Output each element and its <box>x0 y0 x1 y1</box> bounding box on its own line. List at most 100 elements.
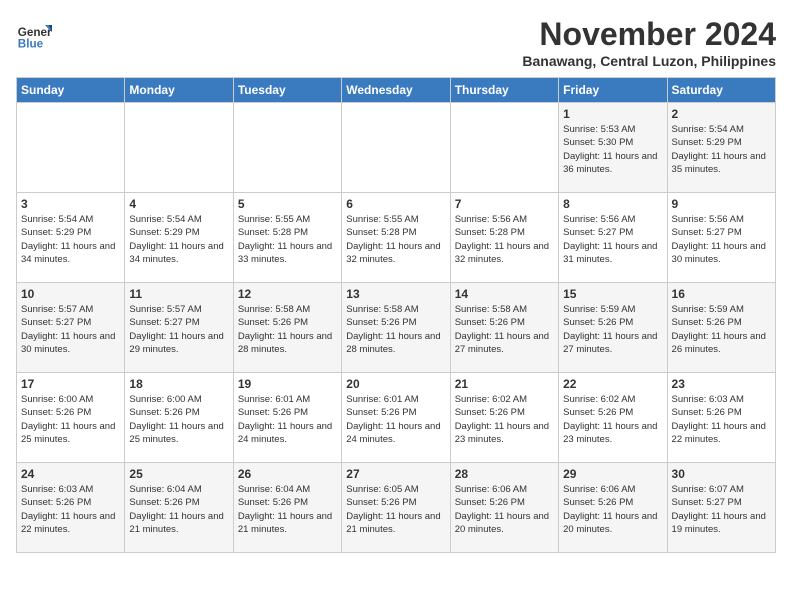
day-info: Sunrise: 6:06 AM Sunset: 5:26 PM Dayligh… <box>563 483 662 536</box>
day-info: Sunrise: 5:54 AM Sunset: 5:29 PM Dayligh… <box>672 123 771 176</box>
location-title: Banawang, Central Luzon, Philippines <box>522 53 776 69</box>
day-number: 12 <box>238 287 337 301</box>
calendar-cell: 27 Sunrise: 6:05 AM Sunset: 5:26 PM Dayli… <box>342 463 450 553</box>
day-number: 14 <box>455 287 554 301</box>
day-info: Sunrise: 5:56 AM Sunset: 5:27 PM Dayligh… <box>563 213 662 266</box>
day-info: Sunrise: 5:57 AM Sunset: 5:27 PM Dayligh… <box>129 303 228 356</box>
calendar-cell <box>233 103 341 193</box>
weekday-header-sunday: Sunday <box>17 78 125 103</box>
day-info: Sunrise: 5:54 AM Sunset: 5:29 PM Dayligh… <box>21 213 120 266</box>
day-number: 15 <box>563 287 662 301</box>
calendar-cell: 3 Sunrise: 5:54 AM Sunset: 5:29 PM Daylig… <box>17 193 125 283</box>
calendar-cell <box>342 103 450 193</box>
calendar-cell: 2Sunrise: 5:54 AM Sunset: 5:29 PM Daylig… <box>667 103 775 193</box>
calendar-cell: 17 Sunrise: 6:00 AM Sunset: 5:26 PM Dayli… <box>17 373 125 463</box>
calendar-cell: 18 Sunrise: 6:00 AM Sunset: 5:26 PM Dayli… <box>125 373 233 463</box>
day-number: 21 <box>455 377 554 391</box>
day-number: 10 <box>21 287 120 301</box>
day-info: Sunrise: 6:00 AM Sunset: 5:26 PM Dayligh… <box>129 393 228 446</box>
day-number: 9 <box>672 197 771 211</box>
day-info: Sunrise: 6:00 AM Sunset: 5:26 PM Dayligh… <box>21 393 120 446</box>
day-number: 20 <box>346 377 445 391</box>
day-info: Sunrise: 6:02 AM Sunset: 5:26 PM Dayligh… <box>455 393 554 446</box>
day-number: 8 <box>563 197 662 211</box>
day-number: 28 <box>455 467 554 481</box>
day-number: 13 <box>346 287 445 301</box>
calendar-cell: 22 Sunrise: 6:02 AM Sunset: 5:26 PM Dayli… <box>559 373 667 463</box>
weekday-header-wednesday: Wednesday <box>342 78 450 103</box>
day-info: Sunrise: 5:57 AM Sunset: 5:27 PM Dayligh… <box>21 303 120 356</box>
calendar-cell: 26 Sunrise: 6:04 AM Sunset: 5:26 PM Dayli… <box>233 463 341 553</box>
calendar-cell: 29 Sunrise: 6:06 AM Sunset: 5:26 PM Dayli… <box>559 463 667 553</box>
day-number: 4 <box>129 197 228 211</box>
calendar-cell: 16Sunrise: 5:59 AM Sunset: 5:26 PM Dayli… <box>667 283 775 373</box>
day-info: Sunrise: 5:53 AM Sunset: 5:30 PM Dayligh… <box>563 123 662 176</box>
day-number: 11 <box>129 287 228 301</box>
day-info: Sunrise: 6:07 AM Sunset: 5:27 PM Dayligh… <box>672 483 771 536</box>
day-number: 23 <box>672 377 771 391</box>
calendar-cell: 14 Sunrise: 5:58 AM Sunset: 5:26 PM Dayli… <box>450 283 558 373</box>
month-title: November 2024 <box>522 16 776 53</box>
calendar-cell <box>450 103 558 193</box>
day-number: 3 <box>21 197 120 211</box>
weekday-header-monday: Monday <box>125 78 233 103</box>
day-info: Sunrise: 6:04 AM Sunset: 5:26 PM Dayligh… <box>238 483 337 536</box>
day-info: Sunrise: 6:03 AM Sunset: 5:26 PM Dayligh… <box>672 393 771 446</box>
day-number: 17 <box>21 377 120 391</box>
calendar-cell: 24Sunrise: 6:03 AM Sunset: 5:26 PM Dayli… <box>17 463 125 553</box>
day-info: Sunrise: 5:55 AM Sunset: 5:28 PM Dayligh… <box>238 213 337 266</box>
calendar-cell: 28 Sunrise: 6:06 AM Sunset: 5:26 PM Dayli… <box>450 463 558 553</box>
day-info: Sunrise: 5:58 AM Sunset: 5:26 PM Dayligh… <box>346 303 445 356</box>
calendar-cell: 6 Sunrise: 5:55 AM Sunset: 5:28 PM Daylig… <box>342 193 450 283</box>
day-number: 25 <box>129 467 228 481</box>
day-info: Sunrise: 6:01 AM Sunset: 5:26 PM Dayligh… <box>238 393 337 446</box>
svg-text:Blue: Blue <box>18 38 44 51</box>
day-info: Sunrise: 6:05 AM Sunset: 5:26 PM Dayligh… <box>346 483 445 536</box>
calendar-cell: 4Sunrise: 5:54 AM Sunset: 5:29 PM Daylig… <box>125 193 233 283</box>
title-block: November 2024 Banawang, Central Luzon, P… <box>522 16 776 69</box>
calendar-cell: 12Sunrise: 5:58 AM Sunset: 5:26 PM Dayli… <box>233 283 341 373</box>
day-number: 24 <box>21 467 120 481</box>
day-info: Sunrise: 5:56 AM Sunset: 5:28 PM Dayligh… <box>455 213 554 266</box>
day-number: 26 <box>238 467 337 481</box>
day-number: 29 <box>563 467 662 481</box>
weekday-header-tuesday: Tuesday <box>233 78 341 103</box>
day-info: Sunrise: 6:01 AM Sunset: 5:26 PM Dayligh… <box>346 393 445 446</box>
logo-icon: General Blue <box>16 16 52 52</box>
calendar-week-5: 24Sunrise: 6:03 AM Sunset: 5:26 PM Dayli… <box>17 463 776 553</box>
calendar-week-3: 10 Sunrise: 5:57 AM Sunset: 5:27 PM Dayli… <box>17 283 776 373</box>
day-number: 6 <box>346 197 445 211</box>
day-info: Sunrise: 6:04 AM Sunset: 5:26 PM Dayligh… <box>129 483 228 536</box>
calendar-cell: 21 Sunrise: 6:02 AM Sunset: 5:26 PM Dayli… <box>450 373 558 463</box>
day-number: 27 <box>346 467 445 481</box>
calendar-cell: 10 Sunrise: 5:57 AM Sunset: 5:27 PM Dayli… <box>17 283 125 373</box>
weekday-header-saturday: Saturday <box>667 78 775 103</box>
page-header: General Blue November 2024 Banawang, Cen… <box>16 16 776 69</box>
day-number: 5 <box>238 197 337 211</box>
calendar-week-4: 17 Sunrise: 6:00 AM Sunset: 5:26 PM Dayli… <box>17 373 776 463</box>
calendar-cell: 23 Sunrise: 6:03 AM Sunset: 5:26 PM Dayli… <box>667 373 775 463</box>
day-number: 18 <box>129 377 228 391</box>
calendar-table: SundayMondayTuesdayWednesdayThursdayFrid… <box>16 77 776 553</box>
calendar-cell: 30 Sunrise: 6:07 AM Sunset: 5:27 PM Dayli… <box>667 463 775 553</box>
day-info: Sunrise: 5:55 AM Sunset: 5:28 PM Dayligh… <box>346 213 445 266</box>
day-number: 22 <box>563 377 662 391</box>
calendar-cell: 15 Sunrise: 5:59 AM Sunset: 5:26 PM Dayli… <box>559 283 667 373</box>
day-info: Sunrise: 6:02 AM Sunset: 5:26 PM Dayligh… <box>563 393 662 446</box>
day-number: 30 <box>672 467 771 481</box>
calendar-cell: 19Sunrise: 6:01 AM Sunset: 5:26 PM Dayli… <box>233 373 341 463</box>
calendar-cell: 11 Sunrise: 5:57 AM Sunset: 5:27 PM Dayli… <box>125 283 233 373</box>
calendar-cell: 20 Sunrise: 6:01 AM Sunset: 5:26 PM Dayli… <box>342 373 450 463</box>
day-number: 7 <box>455 197 554 211</box>
calendar-week-2: 3 Sunrise: 5:54 AM Sunset: 5:29 PM Daylig… <box>17 193 776 283</box>
day-info: Sunrise: 5:58 AM Sunset: 5:26 PM Dayligh… <box>455 303 554 356</box>
day-info: Sunrise: 5:59 AM Sunset: 5:26 PM Dayligh… <box>563 303 662 356</box>
day-info: Sunrise: 6:06 AM Sunset: 5:26 PM Dayligh… <box>455 483 554 536</box>
calendar-cell <box>17 103 125 193</box>
weekday-header-thursday: Thursday <box>450 78 558 103</box>
calendar-cell: 13 Sunrise: 5:58 AM Sunset: 5:26 PM Dayli… <box>342 283 450 373</box>
calendar-cell: 25 Sunrise: 6:04 AM Sunset: 5:26 PM Dayli… <box>125 463 233 553</box>
weekday-header-friday: Friday <box>559 78 667 103</box>
day-info: Sunrise: 5:59 AM Sunset: 5:26 PM Dayligh… <box>672 303 771 356</box>
calendar-cell <box>125 103 233 193</box>
